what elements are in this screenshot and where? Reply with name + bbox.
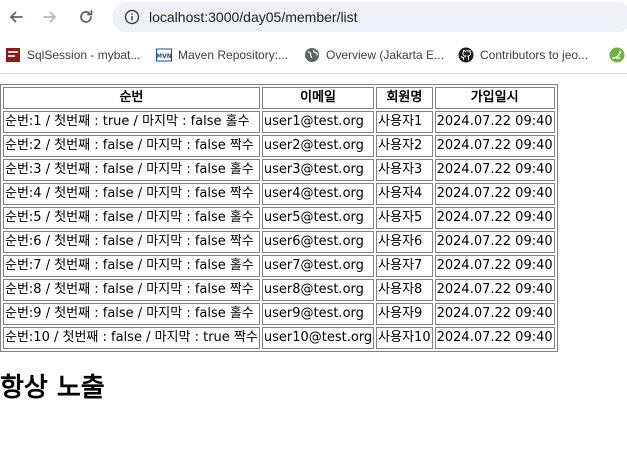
cell-name: 사용자8 <box>376 279 433 301</box>
arrow-right-icon <box>43 11 56 23</box>
cell-joined: 2024.07.22 09:40 <box>434 183 555 205</box>
bookmark-item[interactable]: Contributors to jeo... <box>458 45 588 65</box>
table-row: 순번:4 / 첫번째 : false / 마지막 : false 짝수 user… <box>3 183 555 205</box>
table-row: 순번:8 / 첫번째 : false / 마지막 : false 짝수 user… <box>3 279 555 301</box>
cell-status: 순번:4 / 첫번째 : false / 마지막 : false 짝수 <box>3 183 260 205</box>
cell-joined: 2024.07.22 09:40 <box>434 135 555 157</box>
column-header-seq: 순번 <box>3 87 260 109</box>
cell-joined: 2024.07.22 09:40 <box>434 111 555 133</box>
member-table: 순번 이메일 회원명 가입일시 순번:1 / 첫번째 : true / 마지막 … <box>0 84 558 352</box>
cell-status: 순번:8 / 첫번째 : false / 마지막 : false 짝수 <box>3 279 260 301</box>
cell-name: 사용자7 <box>376 255 433 277</box>
bookmark-item[interactable]: Overview (Jakarta E... <box>304 45 444 65</box>
maven-icon: MVN <box>156 48 172 62</box>
bookmark-label: Maven Repository:... <box>178 48 289 62</box>
cell-email: user4@test.org <box>261 183 375 205</box>
reload-button[interactable] <box>74 5 98 29</box>
cell-status: 순번:2 / 첫번째 : false / 마지막 : false 짝수 <box>3 135 260 157</box>
bookmark-label: Contributors to jeo... <box>480 48 589 62</box>
cell-email: user3@test.org <box>261 159 375 181</box>
cell-name: 사용자1 <box>376 111 433 133</box>
cell-joined: 2024.07.22 09:40 <box>434 327 555 349</box>
table-row: 순번:9 / 첫번째 : false / 마지막 : false 홀수 user… <box>3 303 555 325</box>
table-row: 순번:7 / 첫번째 : false / 마지막 : false 홀수 user… <box>3 255 555 277</box>
cell-name: 사용자6 <box>376 231 433 253</box>
cell-name: 사용자9 <box>376 303 433 325</box>
cell-email: user5@test.org <box>261 207 375 229</box>
page-content: 순번 이메일 회원명 가입일시 순번:1 / 첫번째 : true / 마지막 … <box>0 84 558 352</box>
column-header-joined: 가입일시 <box>434 87 555 109</box>
cell-joined: 2024.07.22 09:40 <box>434 255 555 277</box>
cell-joined: 2024.07.22 09:40 <box>434 231 555 253</box>
browser-toolbar: localhost:3000/day05/member/list <box>0 0 627 36</box>
mybatis-icon <box>6 48 20 62</box>
cell-name: 사용자10 <box>376 327 433 349</box>
cell-name: 사용자3 <box>376 159 433 181</box>
cell-email: user1@test.org <box>261 111 375 133</box>
site-info-icon[interactable] <box>124 9 140 25</box>
bookmark-label: Overview (Jakarta E... <box>326 48 445 62</box>
spring-icon <box>609 47 625 63</box>
cell-email: user8@test.org <box>261 279 375 301</box>
table-row: 순번:5 / 첫번째 : false / 마지막 : false 홀수 user… <box>3 207 555 229</box>
bookmark-item[interactable] <box>609 45 625 65</box>
cell-status: 순번:3 / 첫번째 : false / 마지막 : false 홀수 <box>3 159 260 181</box>
cell-status: 순번:5 / 첫번째 : false / 마지막 : false 홀수 <box>3 207 260 229</box>
cell-email: user7@test.org <box>261 255 375 277</box>
cell-email: user10@test.org <box>261 327 375 349</box>
bookmark-item[interactable]: SqlSession - mybat... <box>5 45 140 65</box>
bookmark-item[interactable]: MVN Maven Repository:... <box>156 45 288 65</box>
svg-text:MVN: MVN <box>156 53 172 60</box>
cell-name: 사용자4 <box>376 183 433 205</box>
cell-status: 순번:10 / 첫번째 : false / 마지막 : true 짝수 <box>3 327 260 349</box>
column-header-email: 이메일 <box>261 87 375 109</box>
cell-email: user9@test.org <box>261 303 375 325</box>
cell-joined: 2024.07.22 09:40 <box>434 207 555 229</box>
github-icon <box>458 47 474 63</box>
table-header-row: 순번 이메일 회원명 가입일시 <box>3 87 555 109</box>
reload-icon <box>80 10 93 23</box>
bookmarks-bar: SqlSession - mybat... MVN Maven Reposito… <box>0 36 627 74</box>
cell-joined: 2024.07.22 09:40 <box>434 279 555 301</box>
cell-joined: 2024.07.22 09:40 <box>434 159 555 181</box>
cell-status: 순번:7 / 첫번째 : false / 마지막 : false 홀수 <box>3 255 260 277</box>
cell-email: user2@test.org <box>261 135 375 157</box>
cell-email: user6@test.org <box>261 231 375 253</box>
cell-status: 순번:6 / 첫번째 : false / 마지막 : false 짝수 <box>3 231 260 253</box>
address-bar[interactable]: localhost:3000/day05/member/list <box>112 2 627 32</box>
globe-icon <box>305 48 319 62</box>
table-row: 순번:3 / 첫번째 : false / 마지막 : false 홀수 user… <box>3 159 555 181</box>
forward-button[interactable] <box>38 5 62 29</box>
cell-joined: 2024.07.22 09:40 <box>434 303 555 325</box>
cell-status: 순번:9 / 첫번째 : false / 마지막 : false 홀수 <box>3 303 260 325</box>
url-text[interactable]: localhost:3000/day05/member/list <box>149 9 358 25</box>
cell-status: 순번:1 / 첫번째 : true / 마지막 : false 홀수 <box>3 111 260 133</box>
table-row: 순번:2 / 첫번째 : false / 마지막 : false 짝수 user… <box>3 135 555 157</box>
cell-name: 사용자5 <box>376 207 433 229</box>
table-row: 순번:10 / 첫번째 : false / 마지막 : true 짝수 user… <box>3 327 555 349</box>
table-row: 순번:1 / 첫번째 : true / 마지막 : false 홀수 user1… <box>3 111 555 133</box>
back-button[interactable] <box>4 5 28 29</box>
column-header-name: 회원명 <box>376 87 433 109</box>
arrow-left-icon <box>10 11 23 23</box>
always-visible-heading: 항상 노출 <box>0 373 105 403</box>
table-row: 순번:6 / 첫번째 : false / 마지막 : false 짝수 user… <box>3 231 555 253</box>
bookmark-label: SqlSession - mybat... <box>27 48 141 62</box>
cell-name: 사용자2 <box>376 135 433 157</box>
